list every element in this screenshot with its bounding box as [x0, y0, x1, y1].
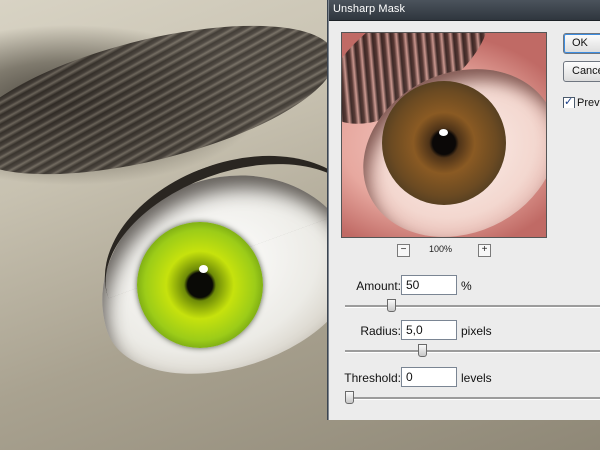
- threshold-label: Threshold:: [344, 371, 401, 385]
- iris-highlight: [199, 265, 208, 273]
- threshold-input[interactable]: [401, 367, 457, 387]
- radius-slider-thumb[interactable]: [418, 344, 427, 357]
- amount-input[interactable]: [401, 275, 457, 295]
- preview-checkbox-label: Preview: [577, 96, 600, 108]
- preview-highlight: [439, 129, 448, 136]
- amount-slider-track[interactable]: [345, 305, 600, 308]
- threshold-slider-track[interactable]: [345, 397, 600, 400]
- threshold-slider-thumb[interactable]: [345, 391, 354, 404]
- radius-slider-track[interactable]: [345, 350, 600, 353]
- unsharp-mask-dialog: Unsharp Mask − 100% + OK Cancel Preview …: [328, 0, 600, 420]
- dialog-title: Unsharp Mask: [333, 3, 406, 15]
- zoom-in-button[interactable]: +: [478, 244, 491, 257]
- zoom-out-button[interactable]: −: [397, 244, 410, 257]
- threshold-slider[interactable]: [345, 391, 600, 404]
- preview-iris: [382, 81, 506, 205]
- ok-button[interactable]: OK: [563, 33, 600, 54]
- amount-row: Amount: %: [329, 275, 600, 297]
- threshold-unit: levels: [461, 371, 492, 385]
- amount-unit: %: [461, 279, 472, 293]
- amount-label: Amount:: [356, 279, 401, 293]
- radius-input[interactable]: [401, 320, 457, 340]
- radius-slider[interactable]: [345, 344, 600, 357]
- radius-unit: pixels: [461, 324, 492, 338]
- dialog-titlebar[interactable]: Unsharp Mask: [329, 0, 600, 21]
- zoom-level: 100%: [429, 244, 453, 254]
- amount-slider[interactable]: [345, 299, 600, 312]
- preview-checkbox[interactable]: Preview: [563, 94, 600, 108]
- zoom-controls: − 100% +: [397, 244, 497, 258]
- radius-label: Radius:: [360, 324, 401, 338]
- checkbox-check-icon[interactable]: [563, 95, 575, 108]
- radius-row: Radius: pixels: [329, 320, 600, 342]
- threshold-row: Threshold: levels: [329, 367, 600, 389]
- green-iris: [137, 222, 263, 348]
- amount-slider-thumb[interactable]: [387, 299, 396, 312]
- preview-window[interactable]: [341, 32, 547, 238]
- cancel-button[interactable]: Cancel: [563, 61, 600, 82]
